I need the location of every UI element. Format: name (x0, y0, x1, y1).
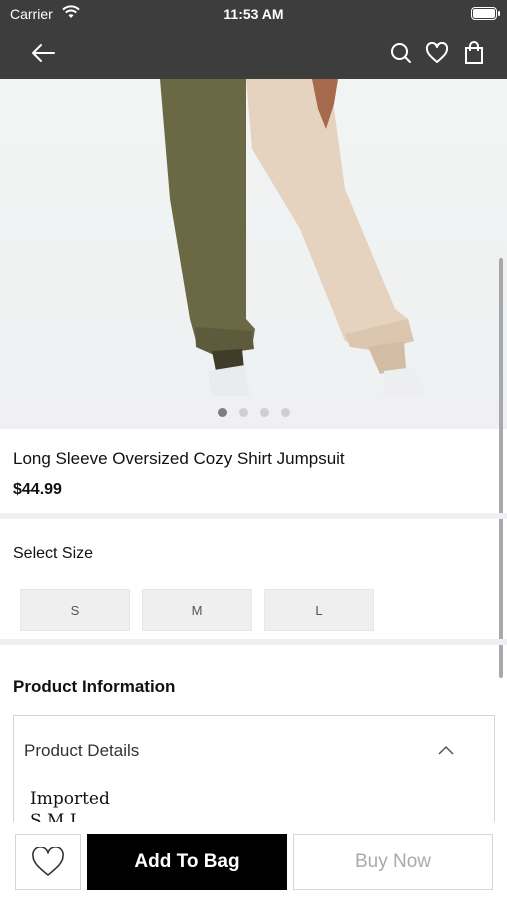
gallery-dot[interactable] (238, 408, 248, 417)
wishlist-button[interactable] (422, 38, 452, 68)
size-label: Select Size (13, 545, 94, 562)
buy-now-button[interactable]: Buy Now (293, 834, 493, 890)
bottom-action-bar: Add To Bag Buy Now (0, 822, 507, 900)
section-divider (0, 639, 507, 645)
product-photo (160, 79, 426, 397)
scroll-indicator[interactable] (499, 258, 503, 678)
chevron-up-icon[interactable] (438, 742, 454, 760)
size-option-s[interactable]: S (20, 589, 130, 631)
bag-button[interactable] (459, 38, 489, 68)
product-details-accordion[interactable]: Product Details Imported S M L (13, 715, 495, 830)
heart-icon (425, 42, 449, 63)
product-title: Long Sleeve Oversized Cozy Shirt Jumpsui… (13, 449, 345, 468)
heart-icon (32, 847, 64, 876)
battery-icon (471, 7, 500, 20)
status-bar: Carrier 11:53 AM (0, 0, 507, 28)
add-to-wishlist-button[interactable] (15, 834, 81, 890)
gallery-dot[interactable] (259, 408, 269, 417)
product-information-heading: Product Information (13, 677, 176, 696)
arrow-left-icon (32, 44, 55, 62)
back-button[interactable] (28, 38, 58, 68)
search-button[interactable] (386, 38, 416, 68)
product-details-title[interactable]: Product Details (24, 741, 139, 761)
gallery-pagination[interactable] (0, 396, 507, 429)
product-image[interactable] (0, 79, 507, 429)
shopping-bag-icon (465, 41, 483, 64)
details-line: Imported (30, 789, 110, 809)
gallery-dot[interactable] (217, 408, 227, 417)
section-divider (0, 513, 507, 519)
gallery-dot[interactable] (280, 408, 290, 417)
clock: 11:53 AM (223, 6, 284, 22)
product-price: $44.99 (13, 481, 62, 498)
add-to-bag-button[interactable]: Add To Bag (87, 834, 287, 890)
size-option-l[interactable]: L (264, 589, 374, 631)
top-bar: Carrier 11:53 AM (0, 0, 507, 79)
search-icon (391, 43, 411, 63)
size-option-m[interactable]: M (142, 589, 252, 631)
